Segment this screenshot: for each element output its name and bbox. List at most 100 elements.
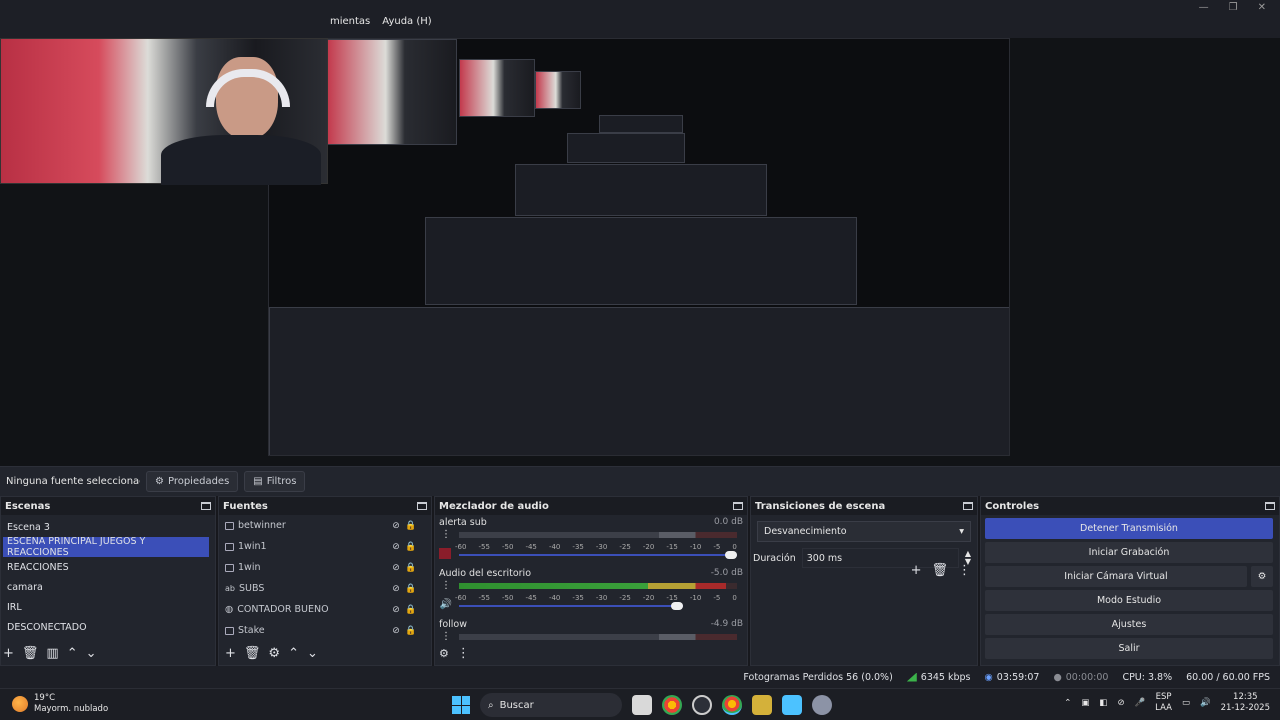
properties-button[interactable]: ⚙ Propiedades bbox=[146, 471, 239, 492]
scene-item[interactable]: Escena 3 bbox=[1, 517, 215, 537]
lock-icon[interactable]: 🔒 bbox=[405, 626, 416, 636]
webcam-hoodie bbox=[161, 135, 321, 185]
filter-icon[interactable]: ▥ bbox=[46, 646, 58, 661]
float-dock-icon[interactable] bbox=[1265, 502, 1275, 510]
menu-item-tools[interactable]: mientas bbox=[330, 16, 370, 27]
start-virtual-camera-button[interactable]: Iniciar Cámara Virtual bbox=[985, 566, 1247, 587]
scene-item[interactable]: IRL bbox=[1, 597, 215, 617]
muted-speaker-icon[interactable] bbox=[439, 548, 451, 559]
chevron-up-icon[interactable]: ⌃ bbox=[1064, 698, 1071, 708]
scenes-dock: Escenas Escena 3 ESCENA PRINCIPAL JUEGOS… bbox=[0, 496, 216, 666]
exit-button[interactable]: Salir bbox=[985, 638, 1273, 659]
more-options-icon[interactable]: ⋮ bbox=[439, 631, 453, 642]
source-item[interactable]: betwinner ⊘ 🔒 bbox=[219, 515, 431, 536]
notepad-icon[interactable] bbox=[782, 695, 802, 715]
preview-nested-obs-1 bbox=[269, 307, 1009, 455]
volume-slider-handle[interactable] bbox=[671, 602, 683, 610]
task-view-icon[interactable] bbox=[632, 695, 652, 715]
settings-app-icon[interactable] bbox=[812, 695, 832, 715]
virtual-camera-settings-icon[interactable]: ⚙ bbox=[1251, 566, 1273, 587]
move-down-icon[interactable]: ⌄ bbox=[86, 646, 97, 661]
speaker-icon[interactable]: 🔊 bbox=[439, 599, 453, 610]
windows-start-icon[interactable] bbox=[452, 696, 470, 714]
volume-slider-handle[interactable] bbox=[725, 551, 737, 559]
lock-icon[interactable]: 🔒 bbox=[405, 584, 416, 594]
maximize-icon[interactable]: ❐ bbox=[1229, 2, 1238, 13]
minimize-icon[interactable]: — bbox=[1199, 2, 1209, 13]
visibility-icon[interactable]: ⊘ bbox=[391, 626, 401, 636]
source-item[interactable]: Stake ⊘ 🔒 bbox=[219, 620, 431, 641]
microphone-icon[interactable]: 🎤 bbox=[1135, 698, 1146, 708]
preview-nested-obs-4 bbox=[567, 133, 685, 163]
more-options-icon[interactable]: ⋮ bbox=[958, 563, 971, 578]
lock-icon[interactable]: 🔒 bbox=[405, 542, 416, 552]
properties-label: Propiedades bbox=[167, 476, 230, 487]
trash-icon[interactable]: 🗑 bbox=[931, 563, 948, 578]
cpu-usage: CPU: 3.8% bbox=[1122, 671, 1173, 683]
more-options-icon[interactable]: ⋮ bbox=[439, 529, 453, 540]
visibility-icon[interactable]: ⊘ bbox=[391, 563, 401, 573]
language-indicator[interactable]: ESP LAA bbox=[1155, 692, 1172, 714]
float-dock-icon[interactable] bbox=[417, 502, 427, 510]
scene-item[interactable]: camara bbox=[1, 577, 215, 597]
source-item[interactable]: 1win1 ⊘ 🔒 bbox=[219, 536, 431, 557]
float-dock-icon[interactable] bbox=[733, 502, 743, 510]
mixer-settings-icon[interactable]: ⚙ bbox=[439, 647, 449, 660]
volume-slider[interactable] bbox=[459, 551, 737, 559]
visibility-icon[interactable]: ⊘ bbox=[391, 521, 401, 531]
close-icon[interactable]: ✕ bbox=[1258, 2, 1266, 13]
more-options-icon[interactable]: ⋮ bbox=[439, 580, 453, 591]
gear-icon: ⚙ bbox=[155, 476, 164, 487]
move-up-icon[interactable]: ⌃ bbox=[67, 646, 78, 661]
status-bar: Fotogramas Perdidos 56 (0.0%) 6345 kbps … bbox=[0, 666, 1280, 688]
network-off-icon[interactable]: ⊘ bbox=[1117, 698, 1124, 708]
preview-canvas[interactable] bbox=[268, 38, 1010, 456]
taskbar-search[interactable]: ⌕ Buscar bbox=[480, 693, 622, 717]
visibility-icon[interactable]: ⊘ bbox=[391, 542, 401, 552]
source-item[interactable]: ab SUBS ⊘ 🔒 bbox=[219, 578, 431, 599]
add-icon[interactable]: + bbox=[225, 646, 236, 661]
volume-slider[interactable] bbox=[459, 602, 683, 610]
add-icon[interactable]: + bbox=[911, 563, 922, 578]
studio-mode-button[interactable]: Modo Estudio bbox=[985, 590, 1273, 611]
trash-icon[interactable]: 🗑 bbox=[22, 646, 39, 661]
lock-icon[interactable]: 🔒 bbox=[405, 521, 416, 531]
filters-button[interactable]: ▤ Filtros bbox=[244, 471, 306, 492]
transition-select[interactable]: Desvanecimiento ▾ bbox=[757, 521, 971, 542]
scene-item[interactable]: REACCIONES bbox=[1, 557, 215, 577]
source-item[interactable]: 1win ⊘ 🔒 bbox=[219, 557, 431, 578]
visibility-icon[interactable]: ⊘ bbox=[391, 605, 401, 615]
scene-item-selected[interactable]: ESCENA PRINCIPAL JUEGOS Y REACCIONES bbox=[3, 536, 209, 558]
channel-db: 0.0 dB bbox=[713, 517, 743, 527]
obs-icon[interactable] bbox=[692, 695, 712, 715]
app-icon[interactable] bbox=[752, 695, 772, 715]
source-item[interactable]: ◍ CONTADOR BUENO ⊘ 🔒 bbox=[219, 599, 431, 620]
camera-icon[interactable]: ◧ bbox=[1099, 698, 1107, 708]
weather-widget[interactable]: 19°C Mayorm. nublado bbox=[12, 693, 108, 715]
preview-area[interactable] bbox=[0, 38, 1280, 466]
chrome-icon[interactable] bbox=[662, 695, 682, 715]
webcam-source[interactable] bbox=[0, 38, 328, 185]
float-dock-icon[interactable] bbox=[201, 502, 211, 510]
start-recording-button[interactable]: Iniciar Grabación bbox=[985, 542, 1273, 563]
scene-item[interactable]: DESCONECTADO bbox=[1, 617, 215, 637]
visibility-icon[interactable]: ⊘ bbox=[391, 584, 401, 594]
stop-streaming-button[interactable]: Detener Transmisión bbox=[985, 518, 1273, 539]
lock-icon[interactable]: 🔒 bbox=[405, 563, 416, 573]
add-icon[interactable]: + bbox=[3, 646, 14, 661]
menu-item-help[interactable]: Ayuda (H) bbox=[382, 16, 431, 27]
display-icon[interactable]: ▭ bbox=[1182, 698, 1190, 708]
volume-icon[interactable]: 🔊 bbox=[1200, 698, 1211, 708]
gear-icon[interactable]: ⚙ bbox=[268, 646, 280, 661]
more-options-icon[interactable]: ⋮ bbox=[457, 646, 470, 661]
clock[interactable]: 12:35 21-12-2025 bbox=[1221, 692, 1270, 714]
channel-db: -5.0 dB bbox=[710, 568, 743, 578]
chrome-active-icon[interactable] bbox=[722, 695, 742, 715]
trash-icon[interactable]: 🗑 bbox=[244, 646, 261, 661]
move-down-icon[interactable]: ⌄ bbox=[307, 646, 318, 661]
lock-icon[interactable]: 🔒 bbox=[405, 605, 416, 615]
float-dock-icon[interactable] bbox=[963, 502, 973, 510]
move-up-icon[interactable]: ⌃ bbox=[288, 646, 299, 661]
settings-button[interactable]: Ajustes bbox=[985, 614, 1273, 635]
tray-app-icon[interactable]: ▣ bbox=[1081, 698, 1089, 708]
